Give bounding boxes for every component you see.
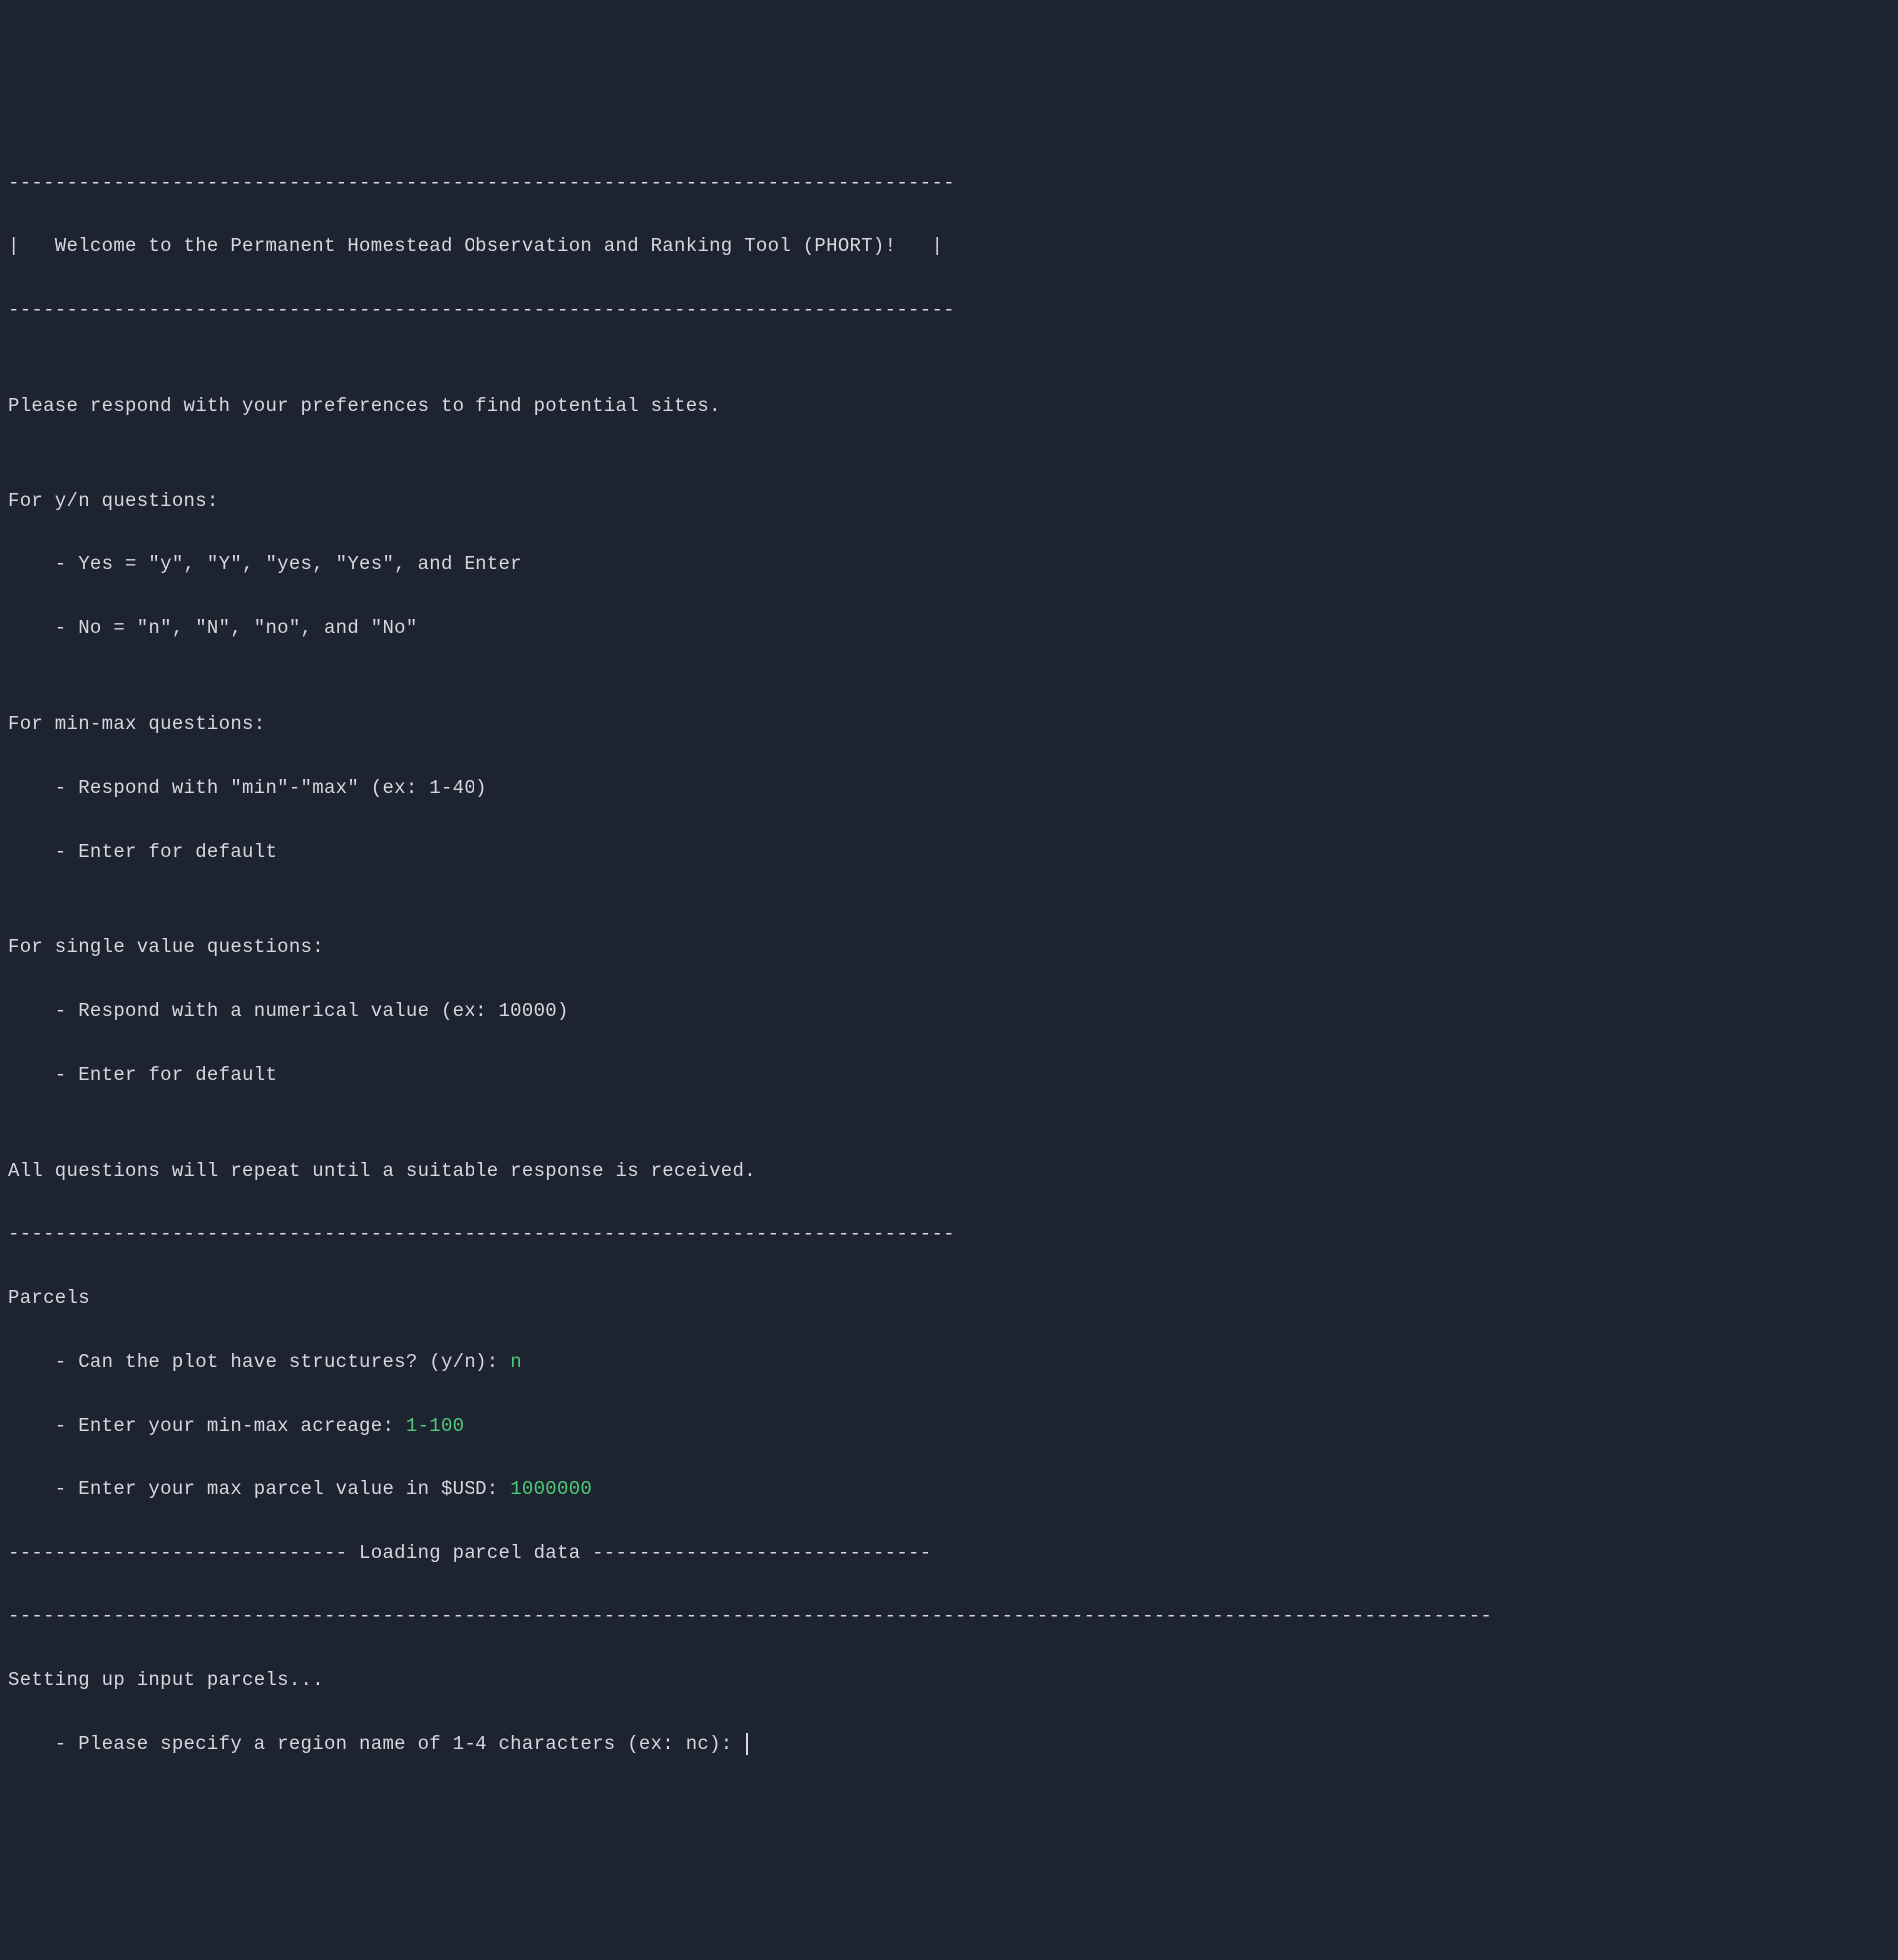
banner-rule-bottom: ----------------------------------------… xyxy=(8,295,1890,327)
parcels-q3-prompt: - Enter your max parcel value in $USD: xyxy=(8,1478,510,1500)
parcels-q2: - Enter your min-max acreage: 1-100 xyxy=(8,1411,1890,1443)
cursor-icon xyxy=(746,1733,748,1755)
parcels-q3: - Enter your max parcel value in $USD: 1… xyxy=(8,1474,1890,1506)
parcels-q2-prompt: - Enter your min-max acreage: xyxy=(8,1415,406,1437)
parcels-header: Parcels xyxy=(8,1283,1890,1315)
parcels-q2-answer: 1-100 xyxy=(406,1415,465,1437)
banner-rule-top: ----------------------------------------… xyxy=(8,168,1890,200)
intro-prefs: Please respond with your preferences to … xyxy=(8,391,1890,423)
single-bullet-1: - Respond with a numerical value (ex: 10… xyxy=(8,996,1890,1028)
loading-line: ----------------------------- Loading pa… xyxy=(8,1538,1890,1570)
yn-bullet-yes: - Yes = "y", "Y", "yes, "Yes", and Enter xyxy=(8,549,1890,581)
setup-rule: ----------------------------------------… xyxy=(8,1601,1890,1633)
parcels-q3-answer: 1000000 xyxy=(510,1478,592,1500)
parcels-rule: ----------------------------------------… xyxy=(8,1219,1890,1251)
banner-title: | Welcome to the Permanent Homestead Obs… xyxy=(8,231,1890,263)
setup-header: Setting up input parcels... xyxy=(8,1665,1890,1697)
yn-header: For y/n questions: xyxy=(8,487,1890,518)
minmax-header: For min-max questions: xyxy=(8,709,1890,741)
parcels-q1: - Can the plot have structures? (y/n): n xyxy=(8,1347,1890,1379)
setup-q1-prompt: - Please specify a region name of 1-4 ch… xyxy=(8,1733,744,1755)
minmax-bullet-2: - Enter for default xyxy=(8,837,1890,869)
parcels-q1-answer: n xyxy=(510,1351,522,1373)
single-bullet-2: - Enter for default xyxy=(8,1060,1890,1092)
parcels-q1-prompt: - Can the plot have structures? (y/n): xyxy=(8,1351,510,1373)
yn-bullet-no: - No = "n", "N", "no", and "No" xyxy=(8,613,1890,645)
repeat-info: All questions will repeat until a suitab… xyxy=(8,1156,1890,1188)
minmax-bullet-1: - Respond with "min"-"max" (ex: 1-40) xyxy=(8,773,1890,805)
terminal-output[interactable]: ----------------------------------------… xyxy=(8,136,1890,1793)
single-header: For single value questions: xyxy=(8,932,1890,964)
setup-q1[interactable]: - Please specify a region name of 1-4 ch… xyxy=(8,1729,1890,1761)
